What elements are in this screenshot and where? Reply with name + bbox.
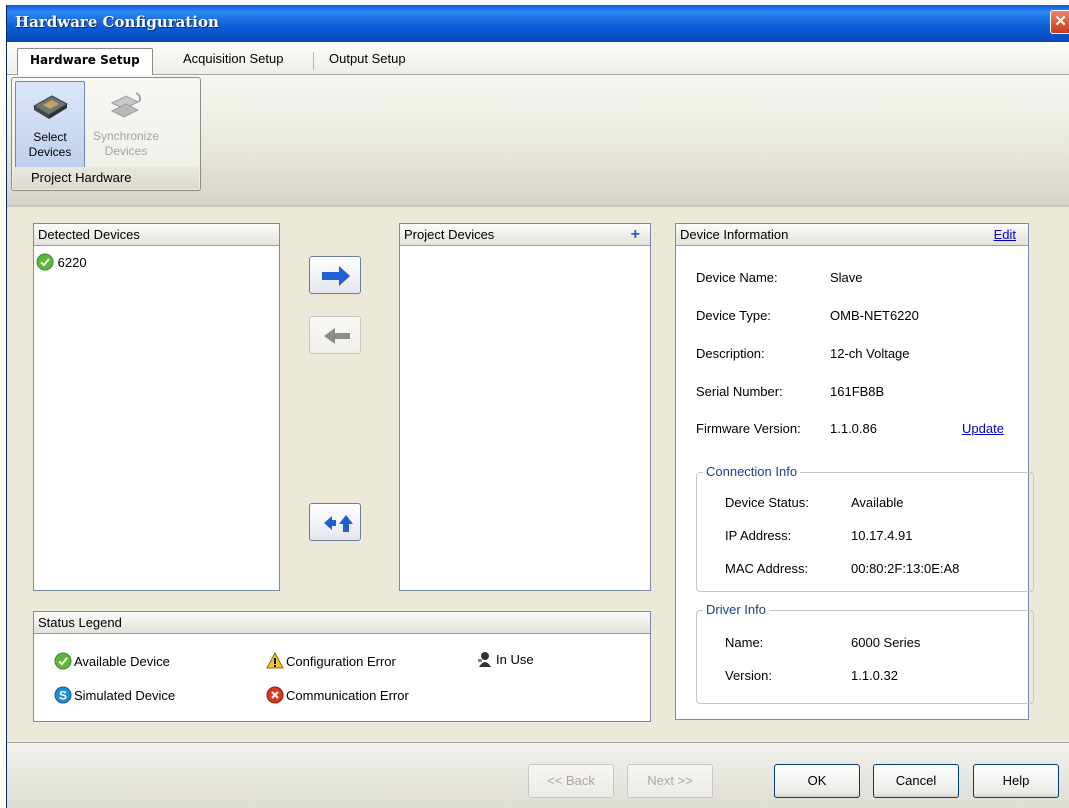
detected-devices-header: Detected Devices bbox=[34, 224, 279, 246]
synchronize-devices-button[interactable]: Synchronize Devices bbox=[90, 81, 162, 169]
edit-link[interactable]: Edit bbox=[994, 224, 1016, 245]
legend-communication-error: Communication Error bbox=[266, 686, 409, 705]
ribbon-tab-strip: Hardware Setup Acquisition Setup Output … bbox=[7, 42, 1069, 75]
driver-name-value: 6000 Series bbox=[851, 635, 921, 650]
description-value: 12-ch Voltage bbox=[830, 346, 910, 361]
select-devices-button[interactable]: Select Devices bbox=[15, 81, 85, 169]
legend-in-use-label: In Use bbox=[496, 652, 534, 667]
device-name-value: Slave bbox=[830, 270, 863, 285]
legend-simulated-label: Simulated Device bbox=[74, 688, 176, 703]
tab-separator bbox=[313, 52, 314, 70]
back-button[interactable]: << Back bbox=[528, 764, 614, 798]
connection-info-group: Connection Info Device Status: Available… bbox=[696, 464, 1034, 592]
firmware-version-label: Firmware Version: bbox=[696, 421, 801, 436]
project-devices-header: Project Devices + bbox=[400, 224, 650, 246]
swap-arrows-icon bbox=[324, 515, 353, 532]
warning-icon bbox=[266, 651, 284, 670]
legend-communication-error-label: Communication Error bbox=[286, 688, 409, 703]
device-type-label: Device Type: bbox=[696, 308, 771, 323]
swap-devices-button[interactable] bbox=[309, 503, 361, 541]
device-name-label: Device Name: bbox=[696, 270, 778, 285]
device-status-label: Device Status: bbox=[725, 495, 809, 510]
arrow-left-icon bbox=[324, 328, 350, 344]
select-devices-label-line1: Select bbox=[33, 130, 67, 144]
cancel-button[interactable]: Cancel bbox=[873, 764, 959, 798]
check-circle-icon bbox=[54, 652, 72, 670]
detected-device-label: 6220 bbox=[57, 255, 87, 270]
ok-button[interactable]: OK bbox=[774, 764, 860, 798]
sync-devices-icon bbox=[106, 87, 146, 125]
synchronize-devices-label-line1: Synchronize bbox=[92, 129, 160, 143]
driver-version-value: 1.1.0.32 bbox=[851, 668, 898, 683]
serial-number-label: Serial Number: bbox=[696, 384, 783, 399]
tab-hardware-setup[interactable]: Hardware Setup bbox=[17, 48, 153, 75]
detected-devices-panel: Detected Devices 6220 bbox=[33, 223, 280, 591]
mac-address-label: MAC Address: bbox=[725, 561, 809, 576]
add-to-project-button[interactable] bbox=[309, 256, 361, 294]
driver-version-label: Version: bbox=[725, 668, 772, 683]
status-legend-panel: Status Legend Available Device Configura… bbox=[33, 611, 651, 722]
list-item[interactable]: 6220 bbox=[36, 253, 87, 273]
legend-available-label: Available Device bbox=[74, 654, 170, 669]
legend-configuration-error-label: Configuration Error bbox=[286, 654, 396, 669]
error-x-icon bbox=[266, 686, 284, 704]
legend-simulated-device: S Simulated Device bbox=[54, 686, 175, 705]
device-information-panel: Device Information Edit Device Name: Sla… bbox=[675, 223, 1034, 720]
device-information-title: Device Information bbox=[680, 227, 789, 242]
connection-info-title: Connection Info bbox=[703, 464, 801, 479]
description-label: Description: bbox=[696, 346, 765, 361]
tab-output-setup[interactable]: Output Setup bbox=[317, 48, 418, 75]
close-button[interactable]: ✕ bbox=[1050, 10, 1069, 34]
add-project-device-button[interactable]: + bbox=[631, 224, 640, 245]
update-firmware-link[interactable]: Update bbox=[962, 421, 1004, 436]
svg-text:S: S bbox=[59, 689, 67, 703]
legend-in-use: In Use bbox=[476, 650, 534, 669]
synchronize-devices-label-line2: Devices bbox=[104, 144, 148, 158]
project-devices-title: Project Devices bbox=[404, 227, 495, 242]
window-title: Hardware Configuration bbox=[15, 13, 219, 31]
project-hardware-group: Select Devices Synchronize Devices Proje… bbox=[11, 77, 201, 191]
user-in-use-icon bbox=[476, 650, 494, 668]
driver-info-group: Driver Info Name: 6000 Series Version: 1… bbox=[696, 602, 1034, 704]
ip-address-value: 10.17.4.91 bbox=[851, 528, 913, 543]
legend-configuration-error: Configuration Error bbox=[266, 651, 396, 671]
device-information-header: Device Information Edit bbox=[676, 224, 1028, 246]
device-type-value: OMB-NET6220 bbox=[830, 308, 919, 323]
hardware-configuration-window: Hardware Configuration ✕ Hardware Setup … bbox=[6, 5, 1069, 808]
device-chip-icon bbox=[30, 88, 70, 126]
firmware-version-value: 1.1.0.86 bbox=[830, 421, 877, 436]
help-button[interactable]: Help bbox=[973, 764, 1059, 798]
ribbon-panel: Select Devices Synchronize Devices Proje… bbox=[7, 75, 1069, 207]
tab-acquisition-setup[interactable]: Acquisition Setup bbox=[171, 48, 295, 75]
driver-info-title: Driver Info bbox=[703, 602, 769, 617]
serial-number-value: 161FB8B bbox=[830, 384, 885, 399]
device-status-value: Available bbox=[851, 495, 904, 510]
driver-name-label: Name: bbox=[725, 635, 764, 650]
project-hardware-group-label: Project Hardware bbox=[13, 167, 199, 189]
dialog-footer: << Back Next >> OK Cancel Help bbox=[7, 742, 1069, 808]
simulated-s-icon: S bbox=[54, 686, 72, 704]
status-legend-header: Status Legend bbox=[34, 612, 650, 634]
select-devices-label-line2: Devices bbox=[28, 145, 72, 159]
mac-address-value: 00:80:2F:13:0E:A8 bbox=[851, 561, 960, 576]
arrow-right-icon bbox=[322, 266, 350, 286]
main-content: Detected Devices 6220 Project Devices + … bbox=[7, 209, 1069, 746]
legend-available-device: Available Device bbox=[54, 652, 170, 671]
ip-address-label: IP Address: bbox=[725, 528, 792, 543]
title-bar[interactable]: Hardware Configuration ✕ bbox=[7, 5, 1069, 42]
check-circle-icon bbox=[36, 253, 54, 271]
project-devices-panel: Project Devices + bbox=[399, 223, 651, 591]
remove-from-project-button[interactable] bbox=[309, 316, 361, 354]
next-button[interactable]: Next >> bbox=[627, 764, 713, 798]
